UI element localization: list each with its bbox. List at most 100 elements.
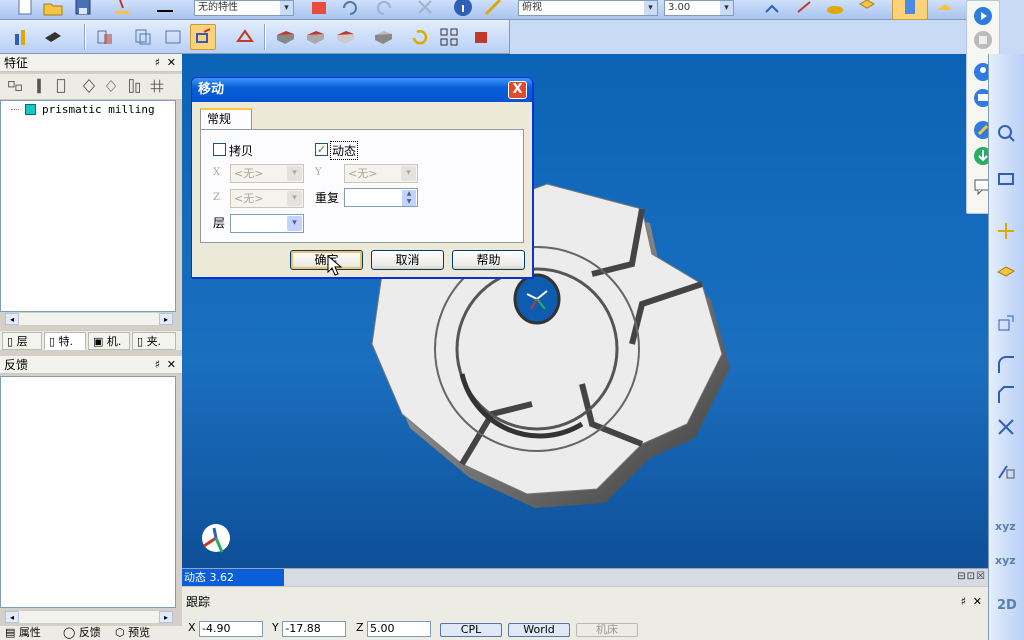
features-scrollbar[interactable]: ◂ ▸ [4,312,174,326]
hash-icon[interactable] [146,74,168,98]
machine-type-icon[interactable] [10,24,36,50]
layer-combo[interactable]: ▾ [230,214,304,233]
toolpath-icon[interactable] [822,0,848,20]
analyze-icon[interactable] [480,0,506,20]
spin-up-icon[interactable]: ▲ [402,190,416,198]
tab-features[interactable]: ▯ 特. [44,332,86,350]
shading-icon[interactable] [306,0,332,20]
cancel-button[interactable]: 取消 [371,250,444,270]
depth-combo[interactable]: 3.00 [664,0,734,16]
solid-view-icon[interactable] [892,0,928,20]
cylinder-icon[interactable] [50,74,72,98]
cut-icon[interactable] [302,24,328,50]
expand-icon[interactable] [4,74,26,98]
pattern-icon[interactable] [436,24,462,50]
new-file-icon[interactable] [12,0,38,20]
sketch-icon[interactable] [792,0,818,20]
redo-icon[interactable] [372,0,398,20]
tab-properties[interactable]: ▤ 属性 [2,626,41,640]
break-icon[interactable] [993,458,1019,484]
layer-label: 层 [213,216,226,230]
stock-icon[interactable] [932,0,958,20]
chamfer-icon[interactable] [993,382,1019,408]
scroll-right-icon[interactable]: ▸ [159,611,173,623]
spin-down-icon[interactable]: ▼ [402,198,416,206]
diamond-icon[interactable] [78,74,100,98]
machine-button[interactable]: 机床 [576,623,638,637]
z-combo[interactable]: <无> ▾ [230,189,304,208]
close-icon[interactable]: ✕ [167,356,176,374]
boss-icon[interactable] [332,24,358,50]
y-combo[interactable]: <无> ▾ [344,164,418,183]
solid-box-icon[interactable] [468,24,494,50]
toolbar-separator [84,24,86,50]
copy-entities-icon[interactable] [130,24,156,50]
tool-icon[interactable] [28,74,50,98]
xyz-view-label[interactable]: xyz [995,520,1016,533]
repeat-spinner[interactable]: ▲ ▼ [344,188,418,207]
delete-icon[interactable] [412,0,438,20]
bottom-tab-strip: ▤ 属性 ◯ 反馈 ⬡ 预览 [0,626,182,640]
tab-feedback[interactable]: ◯ 反馈 [60,626,101,640]
scroll-left-icon[interactable]: ◂ [5,611,19,623]
tab-layers[interactable]: ▯ 层 [2,332,42,350]
column-icon[interactable] [124,74,146,98]
undo-icon[interactable] [336,0,362,20]
x-combo[interactable]: <无> ▾ [230,164,304,183]
tab-general[interactable]: 常规 [200,108,252,130]
toolbar-row-2-empty [510,20,988,54]
rectangle-icon[interactable] [993,166,1019,192]
copy-checkbox[interactable] [213,143,226,156]
rotate-icon[interactable] [232,24,258,50]
attribute-combo[interactable]: 无的特性 [194,0,294,16]
window-controls[interactable]: ⊟⊡☒ [957,571,986,582]
close-icon[interactable]: ✕ [973,593,982,611]
machine-group-icon[interactable] [854,0,880,20]
stop-icon[interactable] [970,27,996,53]
lathe-icon[interactable] [40,24,66,50]
diamond-outline-icon[interactable] [100,74,122,98]
close-icon[interactable]: ✕ [167,54,176,72]
plane-icon[interactable] [993,258,1019,284]
feedback-scrollbar[interactable]: ◂ ▸ [4,610,174,624]
dynamic-checkbox[interactable]: ✓ [315,143,328,156]
zoom-icon[interactable] [993,120,1019,146]
tab-fixture[interactable]: ▯ 夹. [132,332,176,350]
dimension-icon[interactable] [993,310,1019,336]
arc-icon[interactable] [993,352,1019,378]
move-icon[interactable] [190,24,216,50]
info-icon[interactable] [450,0,476,20]
layer-icon[interactable] [160,24,186,50]
transform-icon[interactable] [760,0,786,20]
open-folder-icon[interactable] [40,0,66,20]
tree-connector [11,109,19,110]
line-style-icon[interactable] [152,0,178,20]
tab-preview[interactable]: ⬡ 预览 [112,626,150,640]
mode-2d-label[interactable]: 2D [997,598,1017,613]
close-icon[interactable]: X [508,81,527,99]
scroll-right-icon[interactable]: ▸ [159,313,173,325]
tab-machine[interactable]: ▣ 机. [88,332,130,350]
help-button[interactable]: 帮助 [452,250,525,270]
regenerate-icon[interactable] [406,24,432,50]
fillet-icon[interactable] [370,24,396,50]
pin-icon[interactable]: ♯ [155,356,160,374]
play-icon[interactable] [970,3,996,29]
pin-icon[interactable]: ♯ [961,593,966,611]
mirror-icon[interactable] [92,24,118,50]
color-picker-icon[interactable] [110,0,136,20]
scroll-left-icon[interactable]: ◂ [5,313,19,325]
point-icon[interactable] [993,218,1019,244]
trim-icon[interactable] [993,414,1019,440]
pin-icon[interactable]: ♯ [155,54,160,72]
xyz-cplane-label[interactable]: xyz [995,554,1016,567]
view-combo[interactable]: 俯视 [518,0,658,16]
extrude-icon[interactable] [272,24,298,50]
world-button[interactable]: World [508,623,570,637]
status-mode-text: 动态 3.62 [182,569,284,586]
dialog-title: 移动 [198,82,225,97]
save-icon[interactable] [70,0,96,20]
dialog-title-bar[interactable]: 移动 [192,78,532,102]
cpl-button[interactable]: CPL [440,623,502,637]
tree-item[interactable]: prismatic milling [11,103,155,116]
